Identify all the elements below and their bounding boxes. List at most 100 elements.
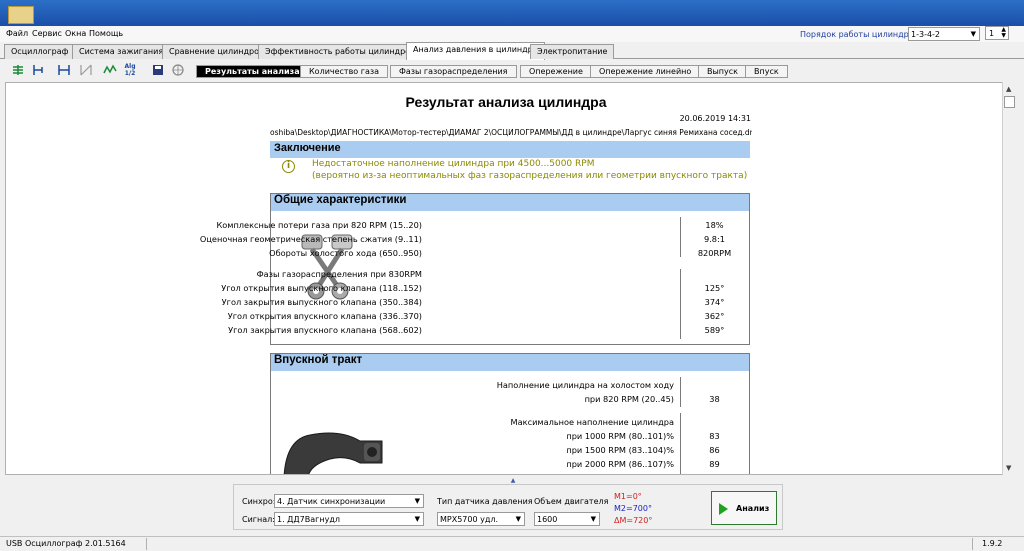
tab-cylinder-efficiency[interactable]: Эффективность работы цилиндров [258,44,422,59]
sensor-type-label: Тип датчика давления [437,497,533,506]
sensor-type-select[interactable]: MPX5700 удл. ▼ [437,512,525,526]
cylinder-spin[interactable]: 1 ▲ ▼ [985,26,1009,40]
intake-row-label: при 1000 RPM (80..101)% [566,431,674,441]
app-logo [8,6,34,24]
cylinder-order-value: 1-3-4-2 [911,30,941,39]
general-separator-top [680,217,681,257]
intake-row-label: при 2000 RPM (86..107)% [566,459,674,469]
general-separator-bottom [680,269,681,339]
tab-power-supply[interactable]: Электропитание [530,44,615,59]
bar-icon[interactable] [78,63,94,78]
cylinder-spin-value: 1 [989,29,995,38]
alg-icon[interactable]: Alg 1/2 [122,63,138,78]
save-icon[interactable] [150,63,166,78]
analyze-button-label: Анализ [736,504,770,513]
general-row-value: 18% [705,220,724,230]
general-row-label: Угол открытия выпускного клапана (118..1… [221,283,422,293]
marker-delta: ΔM=720° [614,516,653,525]
menu-file[interactable]: Файл [6,29,28,38]
general-row-label: Угол закрытия выпускного клапана (350..3… [221,297,422,307]
subtab-advance[interactable]: Опережение [520,65,592,78]
signal-value: 1. ДД7Вагнудл [277,515,340,524]
subtab-advance-linear[interactable]: Опережение линейно [590,65,701,78]
bottom-panel: ▲ Синхро: 4. Датчик синхронизации ▼ Сигн… [0,476,1024,536]
general-row-label: Оценочная геометрическая степень сжатия … [199,234,422,244]
status-bar: USB Осциллограф 2.01.5164 1.9.2 [0,536,1024,551]
report-scrollbar[interactable]: ▲ ▼ [1002,82,1016,475]
bar-auto-icon[interactable] [56,63,72,78]
general-row-value: 374° [704,297,725,307]
analysis-controls: Синхро: 4. Датчик синхронизации ▼ Сигнал… [233,484,783,530]
general-subheader: Фазы газораспределения при 830RPM [256,269,422,279]
toolbar: Alg 1/2 Результаты анализа Количество га… [0,60,1024,80]
scroll-down-icon[interactable]: ▼ [1006,464,1011,472]
signal-select[interactable]: 1. ДД7Вагнудл ▼ [274,512,424,526]
analyze-button[interactable]: Анализ [711,491,777,525]
intake-row-value: 83 [709,431,720,441]
chevron-down-icon: ▼ [414,515,420,523]
menu-windows[interactable]: Окна [65,29,86,38]
cylinder-order-select[interactable]: 1-3-4-2 ▼ [908,27,980,41]
play-icon [719,503,728,515]
cursor-icon[interactable] [30,63,46,78]
intake-row-value: 89 [709,459,720,469]
general-row-label: Угол открытия впускного клапана (336..37… [227,311,422,321]
chevron-down-icon: ▼ [515,515,521,523]
sensor-icon[interactable] [10,63,26,78]
status-build: 1.9.2 [982,539,1003,548]
tab-pressure-analysis[interactable]: Анализ давления в цилиндре [406,42,545,60]
intake-separator-bottom [680,413,681,474]
sync-label: Синхро: [242,497,276,506]
intake-row-value: 38 [709,394,720,404]
menu-service[interactable]: Сервис [32,29,62,38]
signal-label: Сигнал: [242,515,275,524]
sensor-type-value: MPX5700 удл. [440,515,499,524]
general-row-label: Комплексные потери газа при 820 RPM (15.… [216,220,422,230]
report-file-path: oshiba\Desktop\ДИАГНОСТИКА\Мотор-тестер\… [270,128,752,137]
tab-oscilloscope[interactable]: Осциллограф [4,44,76,59]
tab-ignition[interactable]: Система зажигания [72,44,171,59]
subtab-timing[interactable]: Фазы газораспределения [390,65,517,78]
splitter-icon[interactable]: ▲ [505,477,521,484]
menu-bar: Файл Сервис Окна Помощь Порядок работы ц… [0,26,1024,42]
print-icon[interactable] [170,63,186,78]
conclusion-line-1: Недостаточное наполнение цилиндра при 45… [312,159,595,169]
report-date: 20.06.2019 14:31 [679,114,751,123]
menu-help[interactable]: Помощь [89,29,123,38]
general-row-label: Обороты холостого хода (650..950) [269,248,422,258]
subtab-gas-amount[interactable]: Количество газа [300,65,389,78]
spin-arrows-icon: ▲ ▼ [1001,26,1006,39]
status-app-version: USB Осциллограф 2.01.5164 [6,539,126,548]
tab-cylinder-compare[interactable]: Сравнение цилиндров [162,44,271,59]
general-row-value: 125° [704,283,725,293]
info-icon: i [282,160,295,173]
subtab-exhaust[interactable]: Выпуск [698,65,747,78]
sync-select[interactable]: 4. Датчик синхронизации ▼ [274,494,424,508]
subtab-results[interactable]: Результаты анализа [196,65,309,78]
sync-value: 4. Датчик синхронизации [277,497,386,506]
intake-row-label: Максимальное наполнение цилиндра [510,417,674,427]
scroll-up-icon[interactable]: ▲ [1006,85,1011,93]
status-separator [972,538,973,550]
report-title: Результат анализа цилиндра [405,94,607,110]
engine-volume-label: Объем двигателя [534,497,609,506]
engine-volume-select[interactable]: 1600 ▼ [534,512,600,526]
subtab-intake[interactable]: Впуск [745,65,788,78]
intake-row-label: при 820 RPM (20..45) [584,394,674,404]
intake-manifold-image [280,419,390,474]
window-titlebar [0,0,1024,26]
report-area: Результат анализа цилиндра 20.06.2019 14… [5,82,1003,475]
engine-volume-value: 1600 [537,515,558,524]
intake-row-label: при 1500 RPM (83..104)% [566,445,674,455]
intake-separator-top [680,377,681,407]
conclusion-header: Заключение [270,141,750,158]
conclusion-line-2: (вероятно из-за неоптимальных фаз газора… [312,171,748,181]
intake-row-label: Наполнение цилиндра на холостом ходу [496,380,674,390]
intake-row-value: 86 [709,445,720,455]
general-row-value: 362° [704,311,725,321]
scroll-thumb[interactable] [1004,96,1015,108]
cylinder-order-label: Порядок работы цилиндров [800,30,919,39]
general-row-value: 589° [704,325,725,335]
wave-icon[interactable] [102,63,118,78]
marker-m2: M2=700° [614,504,652,513]
